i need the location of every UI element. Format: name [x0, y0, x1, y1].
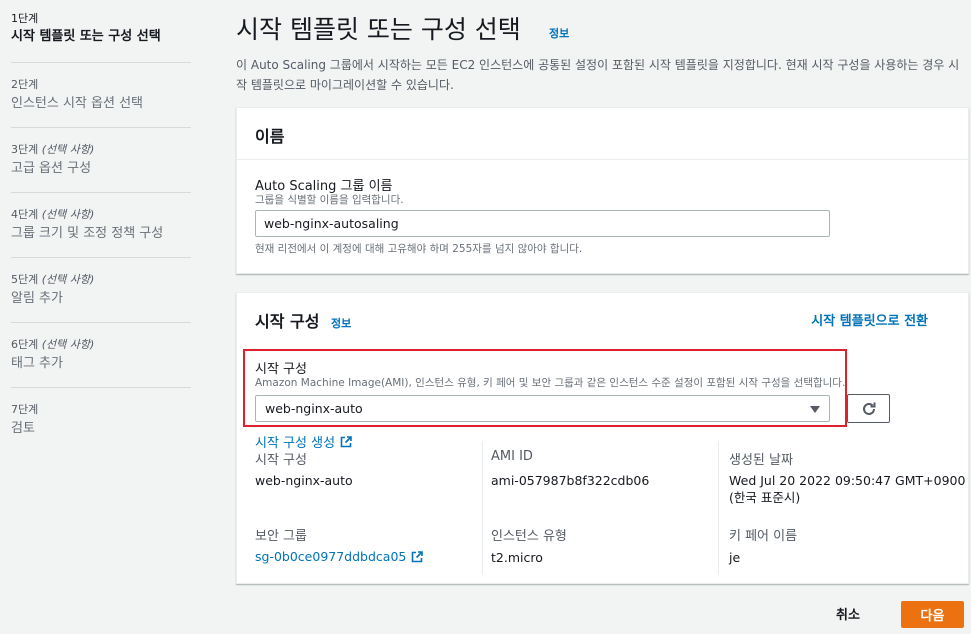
- name-panel: 이름 Auto Scaling 그룹 이름 그룹을 식별할 이름을 입력합니다.…: [236, 107, 969, 274]
- step-number: 7단계: [11, 403, 39, 416]
- group-name-hint: 현재 리전에서 이 계정에 대해 고유해야 하며 255자를 넘지 않아야 합니…: [255, 243, 583, 255]
- step-3[interactable]: 3단계 (선택 사항) 고급 옵션 구성: [11, 143, 191, 178]
- step-4[interactable]: 4단계 (선택 사항) 그룹 크기 및 조정 정책 구성: [11, 208, 191, 243]
- info-link[interactable]: 정보: [549, 25, 569, 41]
- config-name-value: web-nginx-auto: [255, 473, 353, 488]
- key-pair-value: je: [729, 550, 741, 565]
- panel-title: 시작 구성 정보: [255, 312, 352, 331]
- step-number: 4단계 (선택 사항): [11, 208, 95, 221]
- step-7[interactable]: 7단계 검토: [11, 403, 191, 438]
- step-number: 6단계 (선택 사항): [11, 338, 95, 351]
- launch-config-description: Amazon Machine Image(AMI), 인스턴스 유형, 키 페어…: [255, 377, 846, 389]
- ami-id-value: ami-057987b8f322cdb06: [491, 473, 650, 488]
- step-label: 시작 템플릿 또는 구성 선택: [11, 29, 161, 44]
- divider: [11, 62, 191, 63]
- divider: [11, 322, 191, 323]
- cancel-button[interactable]: 취소: [836, 604, 860, 623]
- security-group-key: 보안 그룹: [255, 529, 307, 544]
- panel-header: 이름: [237, 108, 968, 160]
- column-divider: [482, 441, 483, 575]
- launch-config-select[interactable]: web-nginx-auto: [255, 395, 830, 422]
- page-description: 이 Auto Scaling 그룹에서 시작하는 모든 EC2 인스턴스에 공통…: [236, 58, 960, 92]
- step-number: 5단계 (선택 사항): [11, 273, 95, 286]
- config-name-key: 시작 구성: [255, 453, 307, 468]
- security-group-link[interactable]: sg-0b0ce0977ddbdca05: [255, 549, 424, 564]
- step-label: 태그 추가: [11, 356, 63, 371]
- info-link[interactable]: 정보: [331, 317, 351, 330]
- step-6[interactable]: 6단계 (선택 사항) 태그 추가: [11, 338, 191, 373]
- divider: [11, 127, 191, 128]
- select-value: web-nginx-auto: [265, 401, 363, 416]
- next-button[interactable]: 다음: [901, 601, 964, 628]
- step-number: 2단계: [11, 78, 39, 91]
- step-label: 알림 추가: [11, 291, 63, 306]
- step-5[interactable]: 5단계 (선택 사항) 알림 추가: [11, 273, 191, 308]
- refresh-icon: [862, 402, 875, 415]
- panel-header: 시작 구성 정보 시작 템플릿으로 전환: [237, 293, 968, 345]
- step-label: 인스턴스 시작 옵션 선택: [11, 96, 143, 111]
- external-link-icon: [412, 550, 424, 562]
- page-title: 시작 템플릿 또는 구성 선택: [236, 15, 521, 44]
- link-label: sg-0b0ce0977ddbdca05: [255, 549, 407, 564]
- created-date-value: Wed Jul 20 2022 09:50:47 GMT+0900 (한국 표준…: [729, 473, 966, 505]
- switch-to-template-link[interactable]: 시작 템플릿으로 전환: [811, 310, 928, 329]
- step-number: 1단계: [11, 12, 39, 25]
- instance-type-key: 인스턴스 유형: [491, 529, 567, 544]
- step-1[interactable]: 1단계 시작 템플릿 또는 구성 선택: [11, 12, 191, 46]
- instance-type-value: t2.micro: [491, 550, 543, 565]
- ami-id-key: AMI ID: [491, 449, 533, 464]
- step-label: 검토: [11, 421, 35, 436]
- created-date-key: 생성된 날짜: [729, 453, 793, 468]
- step-label: 고급 옵션 구성: [11, 161, 92, 176]
- wizard-sidebar: 1단계 시작 템플릿 또는 구성 선택 2단계 인스턴스 시작 옵션 선택 3단…: [0, 0, 191, 634]
- step-label: 그룹 크기 및 조정 정책 구성: [11, 226, 164, 241]
- divider: [11, 257, 191, 258]
- caret-down-icon: [810, 406, 820, 413]
- step-number: 3단계 (선택 사항): [11, 143, 95, 156]
- launch-config-panel: 시작 구성 정보 시작 템플릿으로 전환 시작 구성 Amazon Machin…: [236, 292, 969, 584]
- step-2[interactable]: 2단계 인스턴스 시작 옵션 선택: [11, 78, 191, 113]
- group-name-input[interactable]: [255, 210, 830, 237]
- refresh-button[interactable]: [847, 394, 890, 423]
- key-pair-key: 키 페어 이름: [729, 529, 798, 544]
- column-divider: [718, 441, 719, 575]
- divider: [11, 387, 191, 388]
- divider: [11, 192, 191, 193]
- external-link-icon: [340, 435, 352, 447]
- panel-title: 이름: [255, 127, 285, 146]
- group-name-description: 그룹을 식별할 이름을 입력합니다.: [255, 194, 404, 206]
